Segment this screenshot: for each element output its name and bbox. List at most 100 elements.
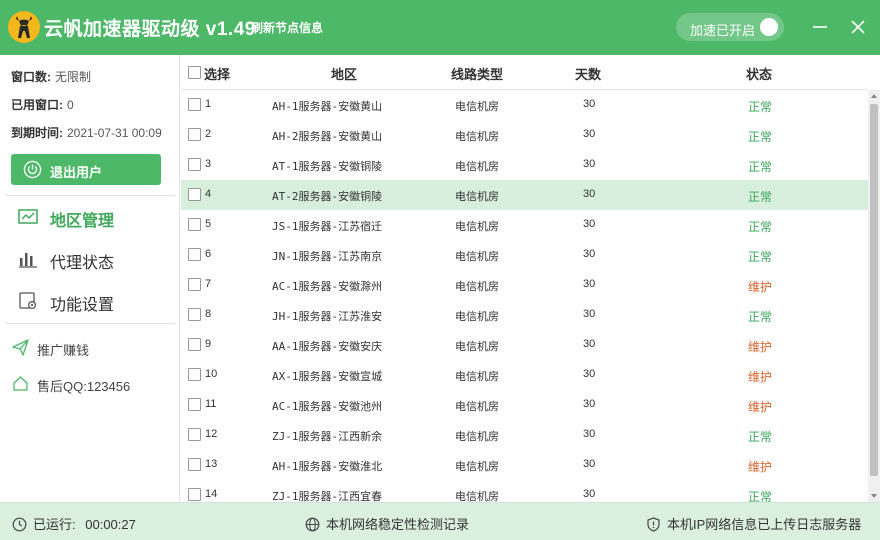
clock-icon bbox=[12, 517, 27, 532]
scroll-up-icon[interactable] bbox=[868, 90, 880, 102]
table-row[interactable]: 9 AA-1服务器-安徽安庆 电信机房 30 维护 bbox=[181, 330, 868, 360]
row-line-type: 电信机房 bbox=[455, 311, 499, 323]
table-row[interactable]: 14 ZJ-1服务器-江西宜春 电信机房 30 正常 bbox=[181, 480, 868, 502]
row-checkbox[interactable] bbox=[188, 398, 201, 411]
row-line-type: 电信机房 bbox=[455, 341, 499, 353]
scrollbar[interactable] bbox=[868, 90, 880, 502]
row-days: 30 bbox=[583, 98, 596, 110]
row-status: 维护 bbox=[748, 460, 773, 474]
table-row[interactable]: 2 AH-2服务器-安徽黄山 电信机房 30 正常 bbox=[181, 120, 868, 150]
row-checkbox[interactable] bbox=[188, 248, 201, 261]
row-region: AC-1服务器-安徽池州 bbox=[272, 400, 383, 413]
row-region: AX-1服务器-安徽宣城 bbox=[272, 370, 383, 383]
table-row[interactable]: 10 AX-1服务器-安徽宣城 电信机房 30 维护 bbox=[181, 360, 868, 390]
row-line-type: 电信机房 bbox=[455, 371, 499, 383]
nav-settings[interactable]: 功能设置 bbox=[0, 284, 178, 318]
table-row[interactable]: 8 JH-1服务器-江苏淮安 电信机房 30 正常 bbox=[181, 300, 868, 330]
network-check-link[interactable]: 本机网络稳定性检测记录 bbox=[305, 514, 469, 533]
nav-proxy-status[interactable]: 代理状态 bbox=[0, 242, 178, 276]
table-row[interactable]: 13 AH-1服务器-安徽淮北 电信机房 30 维护 bbox=[181, 450, 868, 480]
row-index: 2 bbox=[205, 128, 212, 140]
row-index: 3 bbox=[205, 158, 212, 170]
used-window-value: 0 bbox=[67, 98, 74, 112]
row-index: 14 bbox=[205, 488, 218, 500]
row-days: 30 bbox=[583, 308, 596, 320]
logout-button[interactable]: 退出用户 bbox=[11, 154, 161, 185]
sidebar-divider bbox=[5, 195, 175, 196]
acceleration-toggle-label: 加速已开启 bbox=[690, 23, 756, 38]
close-icon[interactable] bbox=[848, 17, 868, 37]
row-status: 正常 bbox=[748, 430, 773, 444]
row-region: AT-1服务器-安徽铜陵 bbox=[272, 160, 383, 173]
support-qq-link[interactable]: 售后QQ:123456 bbox=[0, 371, 178, 397]
nav-region-management[interactable]: 地区管理 bbox=[0, 200, 178, 234]
window-count-value: 无限制 bbox=[55, 70, 92, 84]
scroll-thumb[interactable] bbox=[870, 104, 878, 476]
row-days: 30 bbox=[583, 398, 596, 410]
table-row[interactable]: 1 AH-1服务器-安徽黄山 电信机房 30 正常 bbox=[181, 90, 868, 120]
app-title: 云帆加速器驱动级 v1.49 bbox=[44, 19, 256, 40]
row-status: 维护 bbox=[748, 400, 773, 414]
runtime-value: 00:00:27 bbox=[85, 517, 136, 532]
row-region: AH-1服务器-安徽黄山 bbox=[272, 100, 383, 113]
table-row[interactable]: 12 ZJ-1服务器-江西新余 电信机房 30 正常 bbox=[181, 420, 868, 450]
ip-log-label: 本机IP网络信息已上传日志服务器 bbox=[667, 517, 862, 532]
refresh-nodes-link[interactable]: 刷新节点信息 bbox=[251, 19, 323, 36]
table-header: 选择 地区 线路类型 天数 状态 bbox=[181, 55, 868, 90]
expiry-row: 到期时间: 2021-07-31 00:09 bbox=[11, 124, 162, 141]
sidebar-divider bbox=[5, 323, 175, 324]
promotion-link[interactable]: 推广赚钱 bbox=[0, 335, 178, 361]
row-checkbox[interactable] bbox=[188, 488, 201, 501]
window-count-row: 窗口数: 无限制 bbox=[11, 68, 91, 85]
row-index: 11 bbox=[205, 398, 217, 410]
row-checkbox[interactable] bbox=[188, 458, 201, 471]
acceleration-toggle[interactable]: 加速已开启 bbox=[676, 13, 784, 41]
row-checkbox[interactable] bbox=[188, 158, 201, 171]
row-checkbox[interactable] bbox=[188, 368, 201, 381]
row-index: 6 bbox=[205, 248, 212, 260]
row-days: 30 bbox=[583, 248, 596, 260]
title-bar: 云帆加速器驱动级 v1.49 刷新节点信息 加速已开启 bbox=[0, 0, 880, 55]
table-row[interactable]: 5 JS-1服务器-江苏宿迁 电信机房 30 正常 bbox=[181, 210, 868, 240]
row-region: ZJ-1服务器-江西宜春 bbox=[272, 490, 383, 502]
row-index: 5 bbox=[205, 218, 212, 230]
table-row[interactable]: 6 JN-1服务器-江苏南京 电信机房 30 正常 bbox=[181, 240, 868, 270]
row-line-type: 电信机房 bbox=[455, 161, 499, 173]
used-window-label: 已用窗口: bbox=[11, 98, 63, 112]
row-status: 维护 bbox=[748, 370, 773, 384]
row-checkbox[interactable] bbox=[188, 338, 201, 351]
row-region: AH-1服务器-安徽淮北 bbox=[272, 460, 383, 473]
row-checkbox[interactable] bbox=[188, 278, 201, 291]
ip-log-link[interactable]: 本机IP网络信息已上传日志服务器 bbox=[646, 514, 861, 533]
row-line-type: 电信机房 bbox=[455, 131, 499, 143]
row-checkbox[interactable] bbox=[188, 128, 201, 141]
nav-region-management-label: 地区管理 bbox=[50, 213, 115, 230]
table-row[interactable]: 7 AC-1服务器-安徽滁州 电信机房 30 维护 bbox=[181, 270, 868, 300]
runtime-label: 已运行: bbox=[33, 517, 76, 532]
table-row[interactable]: 3 AT-1服务器-安徽铜陵 电信机房 30 正常 bbox=[181, 150, 868, 180]
header-region: 地区 bbox=[331, 67, 358, 82]
row-checkbox[interactable] bbox=[188, 98, 201, 111]
header-days: 天数 bbox=[575, 67, 602, 82]
row-line-type: 电信机房 bbox=[455, 191, 499, 203]
row-days: 30 bbox=[583, 128, 596, 140]
table-row[interactable]: 4 AT-2服务器-安徽铜陵 电信机房 30 正常 bbox=[181, 180, 868, 210]
row-days: 30 bbox=[583, 338, 596, 350]
used-window-row: 已用窗口: 0 bbox=[11, 96, 74, 113]
window-count-label: 窗口数: bbox=[11, 70, 51, 84]
select-all-checkbox[interactable] bbox=[188, 66, 201, 79]
scroll-down-icon[interactable] bbox=[868, 490, 880, 502]
table-row[interactable]: 11 AC-1服务器-安徽池州 电信机房 30 维护 bbox=[181, 390, 868, 420]
row-checkbox[interactable] bbox=[188, 188, 201, 201]
row-index: 8 bbox=[205, 308, 212, 320]
row-days: 30 bbox=[583, 188, 596, 200]
row-index: 9 bbox=[205, 338, 212, 350]
logout-label: 退出用户 bbox=[50, 165, 103, 180]
row-region: AH-2服务器-安徽黄山 bbox=[272, 130, 383, 143]
row-checkbox[interactable] bbox=[188, 218, 201, 231]
row-checkbox[interactable] bbox=[188, 428, 201, 441]
minimize-icon[interactable] bbox=[810, 17, 830, 37]
expiry-label: 到期时间: bbox=[11, 126, 63, 140]
shield-icon bbox=[647, 517, 660, 532]
row-checkbox[interactable] bbox=[188, 308, 201, 321]
